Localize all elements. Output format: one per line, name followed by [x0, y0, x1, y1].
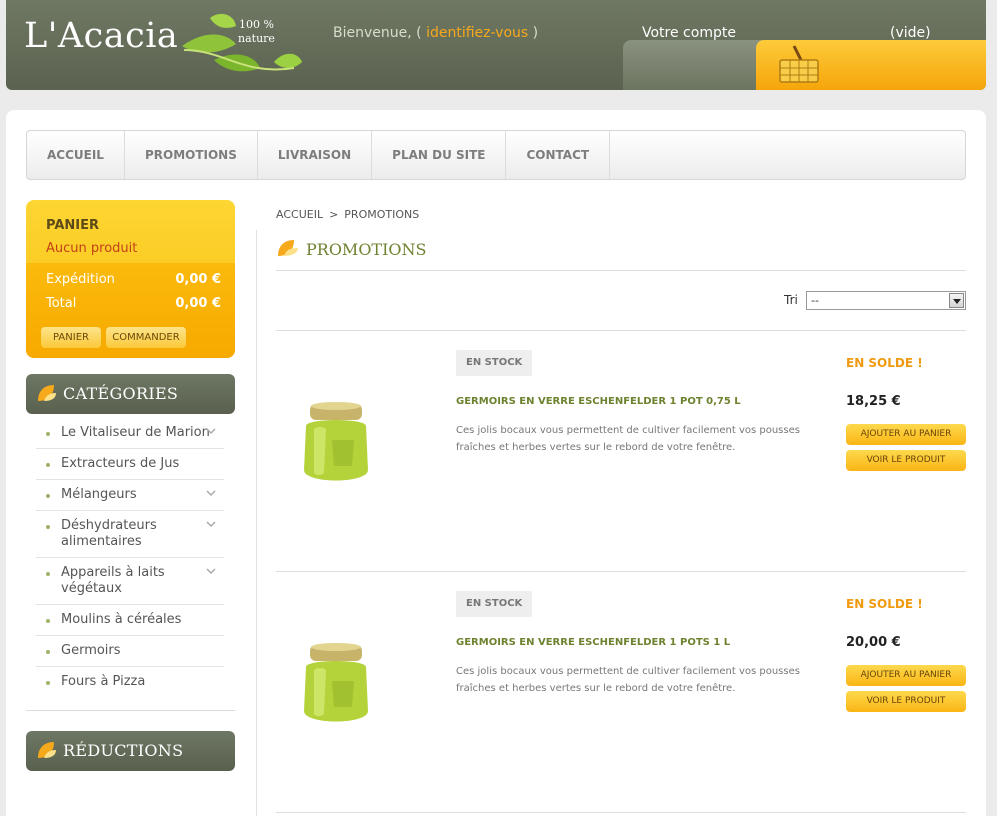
order-button[interactable]: COMMANDER	[106, 327, 186, 348]
category-label: Appareils à laits végétaux	[61, 565, 165, 596]
category-label: Germoirs	[61, 643, 121, 658]
reductions-title: RÉDUCTIONS	[63, 741, 184, 760]
menu-item-promotions[interactable]: PROMOTIONS	[125, 131, 258, 179]
column-divider	[256, 230, 257, 816]
sidebar-divider	[26, 710, 235, 711]
stock-badge: EN STOCK	[456, 591, 533, 617]
cart-status[interactable]: (vide)	[890, 25, 931, 41]
tagline: 100 % nature	[238, 18, 275, 46]
cart-title: PANIER	[46, 218, 100, 233]
main-menu: ACCUEIL PROMOTIONS LIVRAISON PLAN DU SIT…	[26, 130, 966, 180]
total-value: 0,00 €	[175, 296, 221, 311]
site-header: L'Acacia 100 % nature Bienvenue, ( ident…	[6, 0, 986, 90]
bullet-icon	[46, 572, 50, 576]
shipping-label: Expédition	[46, 272, 115, 287]
category-item[interactable]: Extracteurs de Jus	[36, 449, 224, 480]
bullet-icon	[46, 525, 50, 529]
welcome-message: Bienvenue, ( identifiez-vous )	[333, 25, 538, 41]
shipping-value: 0,00 €	[175, 272, 221, 287]
category-label: Fours à Pizza	[61, 674, 146, 689]
category-label: Déshydrateurs alimentaires	[61, 518, 157, 549]
menu-item-plan-du-site[interactable]: PLAN DU SITE	[372, 131, 507, 179]
category-list: Le Vitaliseur de Marion Extracteurs de J…	[36, 418, 224, 697]
chevron-down-icon[interactable]	[206, 426, 216, 436]
leaf-icon	[38, 742, 56, 758]
bullet-icon	[46, 463, 50, 467]
category-item[interactable]: Appareils à laits végétaux	[36, 558, 224, 605]
category-label: Moulins à céréales	[61, 612, 182, 627]
leaf-icon	[38, 385, 56, 401]
sale-badge: EN SOLDE !	[846, 597, 923, 611]
breadcrumb-separator: >	[329, 208, 339, 221]
category-label: Mélangeurs	[61, 487, 137, 502]
category-item[interactable]: Le Vitaliseur de Marion	[36, 418, 224, 449]
product-name[interactable]: GERMOIRS EN VERRE ESCHENFELDER 1 POTS 1 …	[456, 637, 730, 648]
chevron-down-icon[interactable]	[206, 519, 216, 529]
sale-badge: EN SOLDE !	[846, 356, 923, 370]
bullet-icon	[46, 494, 50, 498]
stock-badge: EN STOCK	[456, 350, 533, 376]
product-name[interactable]: GERMOIRS EN VERRE ESCHENFELDER 1 POT 0,7…	[456, 396, 741, 407]
product-card: EN STOCK GERMOIRS EN VERRE ESCHENFELDER …	[276, 330, 966, 570]
welcome-suffix: )	[532, 25, 539, 41]
product-card: EN STOCK GERMOIRS EN VERRE ESCHENFELDER …	[276, 571, 966, 811]
basket-icon[interactable]	[776, 44, 822, 84]
total-label: Total	[46, 296, 77, 311]
welcome-prefix: Bienvenue, (	[333, 25, 422, 41]
bullet-icon	[46, 432, 50, 436]
menu-item-accueil[interactable]: ACCUEIL	[27, 131, 125, 179]
product-description: Ces jolis bocaux vous permettent de cult…	[456, 666, 800, 694]
chevron-down-icon[interactable]	[206, 566, 216, 576]
chevron-down-icon[interactable]	[206, 488, 216, 498]
cart-empty-text: Aucun produit	[46, 241, 138, 256]
add-to-cart-button[interactable]: AJOUTER AU PANIER	[846, 665, 966, 686]
divider	[276, 812, 966, 813]
jar-image[interactable]	[296, 400, 376, 490]
add-to-cart-button[interactable]: AJOUTER AU PANIER	[846, 424, 966, 445]
category-item[interactable]: Moulins à céréales	[36, 605, 224, 636]
breadcrumb-home[interactable]: ACCUEIL	[276, 208, 323, 221]
total-row: Total 0,00 €	[46, 296, 221, 311]
reductions-header: RÉDUCTIONS	[26, 731, 235, 771]
bullet-icon	[46, 681, 50, 685]
divider	[276, 270, 966, 271]
tagline-line1: 100 %	[238, 18, 274, 31]
category-item[interactable]: Germoirs	[36, 636, 224, 667]
category-item[interactable]: Déshydrateurs alimentaires	[36, 511, 224, 558]
bullet-icon	[46, 650, 50, 654]
categories-header: CATÉGORIES	[26, 374, 235, 414]
leaf-icon	[278, 240, 298, 256]
account-label[interactable]: Votre compte	[642, 25, 736, 41]
breadcrumb: ACCUEIL > PROMOTIONS	[276, 208, 419, 221]
product-description: Ces jolis bocaux vous permettent de cult…	[456, 425, 800, 453]
bullet-icon	[46, 619, 50, 623]
cart-block: PANIER Aucun produit Expédition 0,00 € T…	[26, 200, 235, 358]
site-logo[interactable]: L'Acacia	[24, 16, 178, 56]
category-item[interactable]: Fours à Pizza	[36, 667, 224, 697]
view-product-button[interactable]: VOIR LE PRODUIT	[846, 691, 966, 712]
account-tab[interactable]	[623, 40, 763, 90]
category-label: Le Vitaliseur de Marion	[61, 425, 210, 440]
login-link[interactable]: identifiez-vous	[426, 25, 528, 41]
view-product-button[interactable]: VOIR LE PRODUIT	[846, 450, 966, 471]
page-title: PROMOTIONS	[306, 240, 427, 259]
cart-button[interactable]: PANIER	[41, 327, 101, 348]
dropdown-arrow-icon[interactable]	[949, 293, 964, 308]
menu-item-livraison[interactable]: LIVRAISON	[258, 131, 373, 179]
menu-item-contact[interactable]: CONTACT	[506, 131, 611, 179]
sort-select[interactable]: --	[806, 291, 966, 310]
tagline-line2: nature	[238, 32, 275, 45]
category-label: Extracteurs de Jus	[61, 456, 180, 471]
sort-label: Tri	[784, 293, 798, 307]
category-item[interactable]: Mélangeurs	[36, 480, 224, 511]
breadcrumb-current: PROMOTIONS	[344, 208, 420, 221]
jar-image[interactable]	[296, 641, 376, 731]
sort-selected-value: --	[811, 294, 819, 307]
product-price: 20,00 €	[846, 635, 901, 650]
shipping-row: Expédition 0,00 €	[46, 272, 221, 287]
categories-title: CATÉGORIES	[63, 384, 179, 403]
product-price: 18,25 €	[846, 394, 901, 409]
